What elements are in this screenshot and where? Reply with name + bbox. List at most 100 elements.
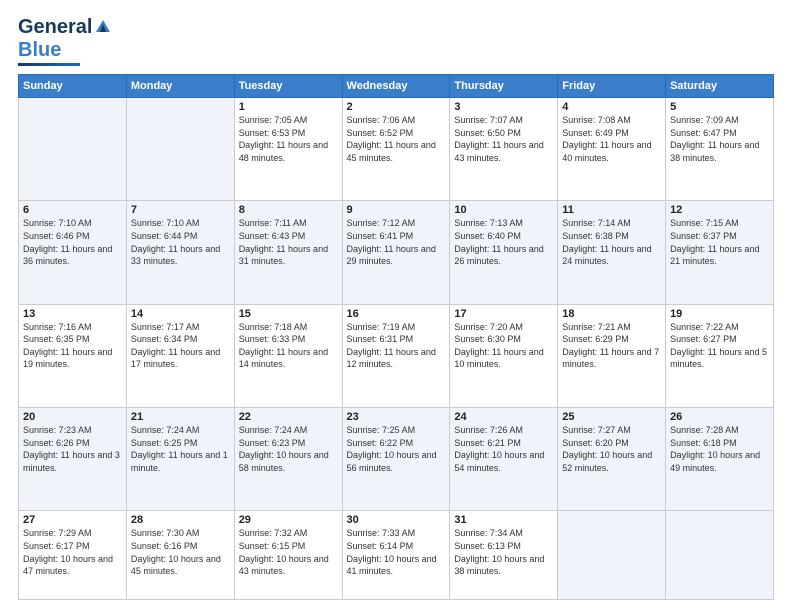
day-info: Sunrise: 7:29 AMSunset: 6:17 PMDaylight:… xyxy=(23,527,122,577)
day-number: 29 xyxy=(239,514,338,526)
calendar-header-wednesday: Wednesday xyxy=(342,75,450,98)
day-number: 27 xyxy=(23,514,122,526)
day-number: 14 xyxy=(131,308,230,320)
logo: General Blue xyxy=(18,16,112,66)
calendar-cell: 22Sunrise: 7:24 AMSunset: 6:23 PMDayligh… xyxy=(234,407,342,510)
calendar-cell: 7Sunrise: 7:10 AMSunset: 6:44 PMDaylight… xyxy=(126,201,234,304)
calendar-cell: 6Sunrise: 7:10 AMSunset: 6:46 PMDaylight… xyxy=(19,201,127,304)
calendar-header-tuesday: Tuesday xyxy=(234,75,342,98)
day-info: Sunrise: 7:06 AMSunset: 6:52 PMDaylight:… xyxy=(347,114,446,164)
day-number: 23 xyxy=(347,411,446,423)
day-number: 6 xyxy=(23,204,122,216)
day-info: Sunrise: 7:28 AMSunset: 6:18 PMDaylight:… xyxy=(670,424,769,474)
day-info: Sunrise: 7:13 AMSunset: 6:40 PMDaylight:… xyxy=(454,217,553,267)
calendar-cell: 20Sunrise: 7:23 AMSunset: 6:26 PMDayligh… xyxy=(19,407,127,510)
day-number: 1 xyxy=(239,101,338,113)
calendar-header-thursday: Thursday xyxy=(450,75,558,98)
calendar-header-row: SundayMondayTuesdayWednesdayThursdayFrid… xyxy=(19,75,774,98)
logo-general: General xyxy=(18,16,92,39)
calendar-week-row-2: 6Sunrise: 7:10 AMSunset: 6:46 PMDaylight… xyxy=(19,201,774,304)
day-number: 21 xyxy=(131,411,230,423)
calendar-week-row-5: 27Sunrise: 7:29 AMSunset: 6:17 PMDayligh… xyxy=(19,511,774,600)
day-number: 15 xyxy=(239,308,338,320)
day-info: Sunrise: 7:11 AMSunset: 6:43 PMDaylight:… xyxy=(239,217,338,267)
day-number: 24 xyxy=(454,411,553,423)
calendar-cell: 5Sunrise: 7:09 AMSunset: 6:47 PMDaylight… xyxy=(666,98,774,201)
calendar-cell: 27Sunrise: 7:29 AMSunset: 6:17 PMDayligh… xyxy=(19,511,127,600)
day-number: 13 xyxy=(23,308,122,320)
calendar-week-row-4: 20Sunrise: 7:23 AMSunset: 6:26 PMDayligh… xyxy=(19,407,774,510)
calendar-cell: 8Sunrise: 7:11 AMSunset: 6:43 PMDaylight… xyxy=(234,201,342,304)
day-info: Sunrise: 7:10 AMSunset: 6:44 PMDaylight:… xyxy=(131,217,230,267)
day-number: 17 xyxy=(454,308,553,320)
calendar-cell: 13Sunrise: 7:16 AMSunset: 6:35 PMDayligh… xyxy=(19,304,127,407)
calendar-cell: 30Sunrise: 7:33 AMSunset: 6:14 PMDayligh… xyxy=(342,511,450,600)
day-number: 19 xyxy=(670,308,769,320)
calendar-cell: 24Sunrise: 7:26 AMSunset: 6:21 PMDayligh… xyxy=(450,407,558,510)
day-info: Sunrise: 7:34 AMSunset: 6:13 PMDaylight:… xyxy=(454,527,553,577)
day-number: 18 xyxy=(562,308,661,320)
calendar-cell: 16Sunrise: 7:19 AMSunset: 6:31 PMDayligh… xyxy=(342,304,450,407)
calendar-cell: 10Sunrise: 7:13 AMSunset: 6:40 PMDayligh… xyxy=(450,201,558,304)
calendar-cell: 1Sunrise: 7:05 AMSunset: 6:53 PMDaylight… xyxy=(234,98,342,201)
day-info: Sunrise: 7:15 AMSunset: 6:37 PMDaylight:… xyxy=(670,217,769,267)
day-number: 10 xyxy=(454,204,553,216)
day-number: 12 xyxy=(670,204,769,216)
calendar-cell: 23Sunrise: 7:25 AMSunset: 6:22 PMDayligh… xyxy=(342,407,450,510)
day-info: Sunrise: 7:23 AMSunset: 6:26 PMDaylight:… xyxy=(23,424,122,474)
calendar-cell: 28Sunrise: 7:30 AMSunset: 6:16 PMDayligh… xyxy=(126,511,234,600)
day-info: Sunrise: 7:18 AMSunset: 6:33 PMDaylight:… xyxy=(239,321,338,371)
calendar-cell: 18Sunrise: 7:21 AMSunset: 6:29 PMDayligh… xyxy=(558,304,666,407)
calendar-cell xyxy=(558,511,666,600)
day-number: 9 xyxy=(347,204,446,216)
logo-blue: Blue xyxy=(18,39,61,62)
calendar-header-sunday: Sunday xyxy=(19,75,127,98)
calendar-week-row-3: 13Sunrise: 7:16 AMSunset: 6:35 PMDayligh… xyxy=(19,304,774,407)
day-number: 30 xyxy=(347,514,446,526)
calendar-header-friday: Friday xyxy=(558,75,666,98)
day-info: Sunrise: 7:22 AMSunset: 6:27 PMDaylight:… xyxy=(670,321,769,371)
logo-icon xyxy=(94,18,112,36)
day-number: 28 xyxy=(131,514,230,526)
day-info: Sunrise: 7:10 AMSunset: 6:46 PMDaylight:… xyxy=(23,217,122,267)
day-number: 31 xyxy=(454,514,553,526)
day-number: 2 xyxy=(347,101,446,113)
day-info: Sunrise: 7:19 AMSunset: 6:31 PMDaylight:… xyxy=(347,321,446,371)
calendar-cell: 2Sunrise: 7:06 AMSunset: 6:52 PMDaylight… xyxy=(342,98,450,201)
day-info: Sunrise: 7:16 AMSunset: 6:35 PMDaylight:… xyxy=(23,321,122,371)
calendar-cell xyxy=(19,98,127,201)
day-info: Sunrise: 7:17 AMSunset: 6:34 PMDaylight:… xyxy=(131,321,230,371)
day-info: Sunrise: 7:25 AMSunset: 6:22 PMDaylight:… xyxy=(347,424,446,474)
day-info: Sunrise: 7:14 AMSunset: 6:38 PMDaylight:… xyxy=(562,217,661,267)
calendar-cell: 15Sunrise: 7:18 AMSunset: 6:33 PMDayligh… xyxy=(234,304,342,407)
day-info: Sunrise: 7:33 AMSunset: 6:14 PMDaylight:… xyxy=(347,527,446,577)
calendar-cell: 4Sunrise: 7:08 AMSunset: 6:49 PMDaylight… xyxy=(558,98,666,201)
page: General Blue SundayMondayTuesdayWednesda… xyxy=(0,0,792,612)
calendar-cell: 3Sunrise: 7:07 AMSunset: 6:50 PMDaylight… xyxy=(450,98,558,201)
day-number: 4 xyxy=(562,101,661,113)
calendar-week-row-1: 1Sunrise: 7:05 AMSunset: 6:53 PMDaylight… xyxy=(19,98,774,201)
calendar-cell: 25Sunrise: 7:27 AMSunset: 6:20 PMDayligh… xyxy=(558,407,666,510)
calendar-cell: 19Sunrise: 7:22 AMSunset: 6:27 PMDayligh… xyxy=(666,304,774,407)
day-number: 5 xyxy=(670,101,769,113)
day-info: Sunrise: 7:26 AMSunset: 6:21 PMDaylight:… xyxy=(454,424,553,474)
day-number: 11 xyxy=(562,204,661,216)
day-info: Sunrise: 7:24 AMSunset: 6:23 PMDaylight:… xyxy=(239,424,338,474)
calendar-cell: 14Sunrise: 7:17 AMSunset: 6:34 PMDayligh… xyxy=(126,304,234,407)
day-info: Sunrise: 7:08 AMSunset: 6:49 PMDaylight:… xyxy=(562,114,661,164)
day-info: Sunrise: 7:07 AMSunset: 6:50 PMDaylight:… xyxy=(454,114,553,164)
day-number: 25 xyxy=(562,411,661,423)
day-info: Sunrise: 7:21 AMSunset: 6:29 PMDaylight:… xyxy=(562,321,661,371)
day-info: Sunrise: 7:32 AMSunset: 6:15 PMDaylight:… xyxy=(239,527,338,577)
day-info: Sunrise: 7:20 AMSunset: 6:30 PMDaylight:… xyxy=(454,321,553,371)
calendar-cell: 9Sunrise: 7:12 AMSunset: 6:41 PMDaylight… xyxy=(342,201,450,304)
calendar-header-monday: Monday xyxy=(126,75,234,98)
day-number: 8 xyxy=(239,204,338,216)
day-number: 16 xyxy=(347,308,446,320)
day-info: Sunrise: 7:05 AMSunset: 6:53 PMDaylight:… xyxy=(239,114,338,164)
day-info: Sunrise: 7:30 AMSunset: 6:16 PMDaylight:… xyxy=(131,527,230,577)
logo-underline xyxy=(18,63,80,66)
calendar-cell: 29Sunrise: 7:32 AMSunset: 6:15 PMDayligh… xyxy=(234,511,342,600)
calendar-cell xyxy=(666,511,774,600)
day-info: Sunrise: 7:24 AMSunset: 6:25 PMDaylight:… xyxy=(131,424,230,474)
